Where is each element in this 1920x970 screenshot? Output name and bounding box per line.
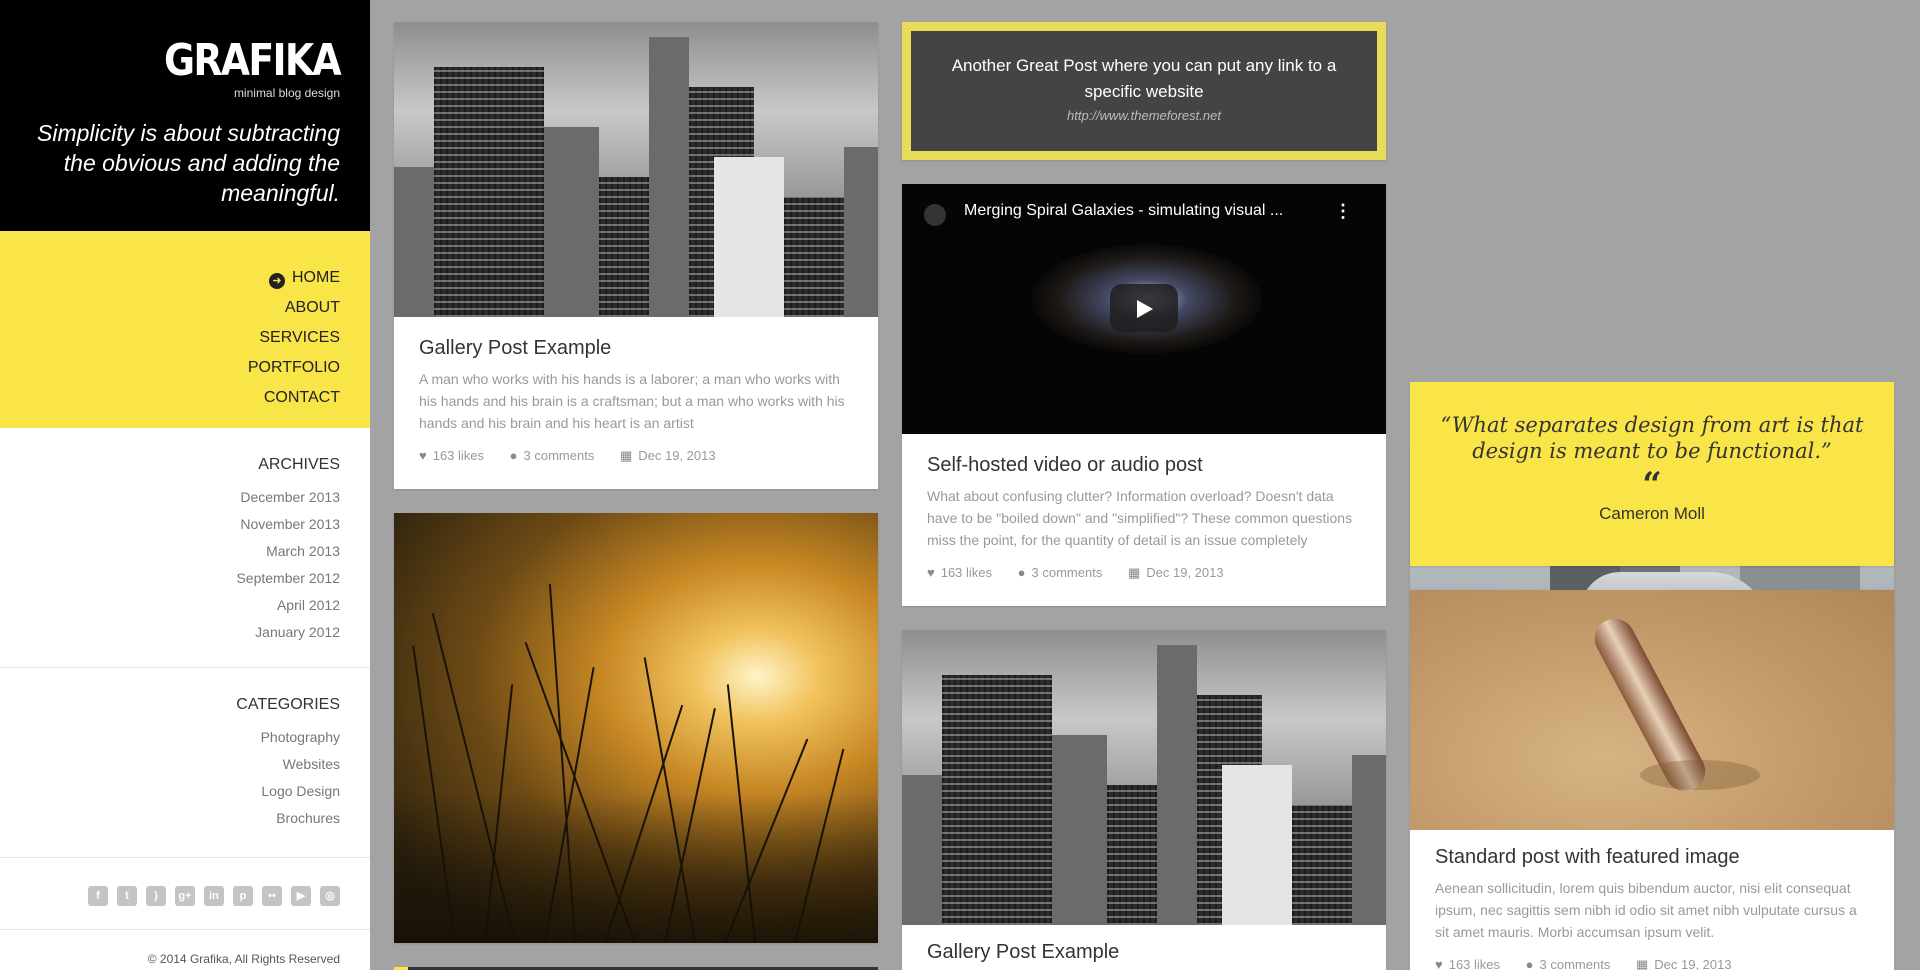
archives-title: ARCHIVES: [258, 456, 340, 473]
calendar-icon: ▦: [1127, 565, 1141, 580]
pinterest-icon[interactable]: p: [233, 886, 253, 906]
linkedin-icon[interactable]: in: [204, 886, 224, 906]
nav-item-contact[interactable]: CONTACT: [0, 383, 340, 413]
video-post-card: Merging Spiral Galaxies - simulating vis…: [902, 184, 1386, 606]
post-excerpt: A man who works with his hands is a labo…: [419, 371, 845, 431]
heart-icon: ♥: [1435, 957, 1443, 970]
archive-link[interactable]: November 2013: [0, 511, 340, 538]
brand-header: GRAFIKA minimal blog design Simplicity i…: [0, 0, 370, 231]
date: ▦ Dec 19, 2013: [619, 448, 716, 463]
link-post-text[interactable]: Another Great Post where you can put any…: [931, 53, 1357, 105]
twitter-icon[interactable]: t: [117, 886, 137, 906]
category-link[interactable]: Brochures: [0, 805, 340, 832]
post-title[interactable]: Gallery Post Example: [927, 941, 1361, 964]
gallery-post-card: Gallery Post Example: [902, 630, 1386, 970]
gallery-image[interactable]: [394, 22, 878, 317]
date: ▦ Dec 19, 2013: [1635, 957, 1732, 970]
standard-post-card: Standard post with featured image Aenean…: [1410, 590, 1894, 970]
nav-item-home[interactable]: ➜ HOME: [0, 263, 340, 293]
youtube-icon[interactable]: ▶: [291, 886, 311, 906]
calendar-icon: ▦: [1635, 957, 1649, 970]
post-excerpt: What about confusing clutter? Informatio…: [927, 488, 1353, 548]
arrow-circle-right-icon: ➜: [269, 273, 285, 289]
post-title[interactable]: Self-hosted video or audio post: [927, 454, 1361, 477]
archive-link[interactable]: March 2013: [0, 538, 340, 565]
likes[interactable]: ♥ 163 likes: [927, 565, 992, 580]
more-vertical-icon[interactable]: ⋮: [1334, 202, 1352, 220]
comment-icon: ●: [509, 448, 518, 463]
featured-image[interactable]: [1410, 590, 1894, 830]
nav-item-label: HOME: [292, 269, 340, 286]
rss-icon[interactable]: ): [146, 886, 166, 906]
quote-icon: “: [1642, 465, 1662, 505]
image-post-sunset-grass[interactable]: [394, 513, 878, 943]
date: ▦ Dec 19, 2013: [1127, 565, 1224, 580]
quote-text[interactable]: “What separates design from art is that …: [1440, 412, 1864, 464]
site-tagline: minimal blog design: [233, 86, 340, 100]
likes[interactable]: ♥ 163 likes: [1435, 957, 1500, 970]
sidebar: GRAFIKA minimal blog design Simplicity i…: [0, 0, 370, 970]
site-slogan: Simplicity is about subtracting the obvi…: [37, 120, 340, 206]
post-meta: ♥ 163 likes ● 3 comments ▦ Dec 19, 2013: [927, 565, 1361, 581]
archive-link[interactable]: January 2012: [0, 619, 340, 646]
archives-widget: ARCHIVES December 2013 November 2013 Mar…: [0, 428, 370, 668]
nav-item-services[interactable]: SERVICES: [0, 323, 340, 353]
post-title[interactable]: Gallery Post Example: [419, 337, 853, 360]
gallery-post-card: Gallery Post Example A man who works wit…: [394, 22, 878, 489]
quote-post-card: “What separates design from art is that …: [1410, 382, 1894, 566]
nav-item-portfolio[interactable]: PORTFOLIO: [0, 353, 340, 383]
google-plus-icon[interactable]: g+: [175, 886, 195, 906]
video-player[interactable]: Merging Spiral Galaxies - simulating vis…: [902, 184, 1386, 434]
archive-link[interactable]: September 2012: [0, 565, 340, 592]
video-title[interactable]: Merging Spiral Galaxies - simulating vis…: [964, 202, 1283, 220]
channel-avatar[interactable]: [924, 204, 946, 226]
comments[interactable]: ● 3 comments: [1018, 565, 1103, 580]
post-meta: ♥ 163 likes ● 3 comments ▦ Dec 19, 2013: [1435, 957, 1869, 970]
heart-icon: ♥: [419, 448, 427, 463]
play-icon[interactable]: [1110, 284, 1178, 332]
calendar-icon: ▦: [619, 448, 633, 463]
flickr-icon[interactable]: ••: [262, 886, 282, 906]
categories-widget: CATEGORIES Photography Websites Logo Des…: [0, 668, 370, 858]
nav-item-about[interactable]: ABOUT: [0, 293, 340, 323]
post-title[interactable]: Standard post with featured image: [1435, 846, 1869, 869]
facebook-icon[interactable]: f: [88, 886, 108, 906]
likes[interactable]: ♥ 163 likes: [419, 448, 484, 463]
archive-link[interactable]: December 2013: [0, 484, 340, 511]
quote-author: Cameron Moll: [1599, 504, 1705, 523]
comments[interactable]: ● 3 comments: [510, 448, 595, 463]
category-link[interactable]: Logo Design: [0, 778, 340, 805]
gallery-image[interactable]: [902, 630, 1386, 925]
social-links: f t) g+ in p •• ▶ ◎: [0, 858, 370, 930]
copyright: © 2014 Grafika, All Rights Reserved: [147, 952, 340, 966]
categories-title: CATEGORIES: [236, 696, 340, 713]
comments[interactable]: ● 3 comments: [1526, 957, 1611, 970]
comment-icon: ●: [1525, 957, 1534, 970]
category-link[interactable]: Websites: [0, 751, 340, 778]
link-post-card[interactable]: Another Great Post where you can put any…: [902, 22, 1386, 160]
site-logo[interactable]: GRAFIKA: [48, 38, 342, 84]
category-link[interactable]: Photography: [0, 724, 340, 751]
link-post-url[interactable]: http://www.themeforest.net: [931, 108, 1357, 123]
post-excerpt: Aenean sollicitudin, lorem quis bibendum…: [1435, 880, 1857, 940]
instagram-icon[interactable]: ◎: [320, 886, 340, 906]
archive-link[interactable]: April 2012: [0, 592, 340, 619]
heart-icon: ♥: [927, 565, 935, 580]
post-meta: ♥ 163 likes ● 3 comments ▦ Dec 19, 2013: [419, 448, 853, 464]
comment-icon: ●: [1017, 565, 1026, 580]
main-nav: ➜ HOME ABOUT SERVICES PORTFOLIO CONTACT: [0, 231, 370, 428]
